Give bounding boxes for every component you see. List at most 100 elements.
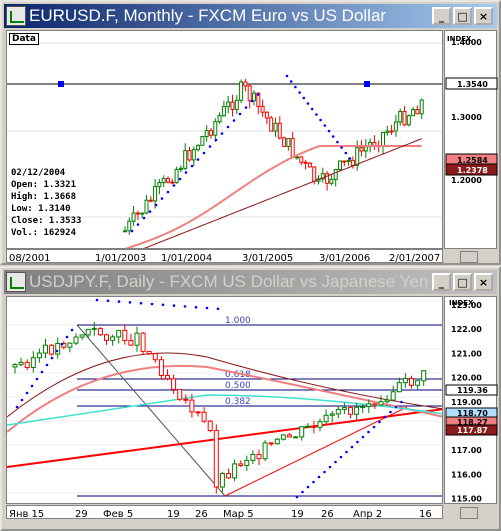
minimize-button[interactable]: _	[432, 7, 451, 25]
candle-body	[110, 336, 116, 341]
x-tick-label: 26	[321, 509, 334, 520]
ohlc-info-panel: 02/12/2004 Open: 1.3321 High: 1.3668 Low…	[11, 167, 81, 239]
sar-dot	[55, 349, 59, 353]
usdjpy-price-axis[interactable]: INDEX123.00122.00121.00120.00119.00118.0…	[444, 296, 498, 504]
candle-body	[273, 122, 278, 132]
info-date: 02/12/2004	[11, 168, 66, 178]
candle-body	[201, 411, 207, 422]
candle-body	[333, 168, 338, 180]
x-tick-label: 26	[195, 509, 208, 520]
sar-dot	[20, 398, 24, 402]
close-button[interactable]: ×	[474, 7, 493, 25]
eurusd-price-axis[interactable]: INDEX 1.4000 1.3000 1.2000 1.3540 1.2584 1.237…	[444, 30, 498, 249]
sar-dot	[298, 91, 301, 94]
sar-dot	[130, 229, 134, 233]
sar-dot	[208, 145, 212, 148]
eurusd-plot-area[interactable]: Data 02/12/2004 Open: 1.3321 High: 1.366…	[6, 30, 443, 249]
sar-dot	[394, 405, 398, 409]
candle-body	[183, 150, 188, 169]
x-tick-label: 19	[167, 509, 180, 520]
candle-body	[122, 329, 128, 342]
candle-body	[213, 121, 218, 136]
eurusd-title-bar[interactable]: EURUSD.F, Monthly - FXCM Euro vs US Doll…	[4, 4, 497, 28]
usdjpy-title-bar[interactable]: USDJPY.F, Daily - FXCM US Dollar vs Japa…	[4, 270, 497, 294]
close-button[interactable]: ×	[474, 273, 493, 291]
candle-body	[146, 350, 152, 355]
x-tick-label: 1/01/2004	[161, 253, 212, 264]
candle-body	[359, 147, 364, 152]
info-high: High: 1.3668	[11, 192, 77, 202]
sar-dot	[323, 124, 327, 127]
candle-body	[363, 146, 368, 152]
candle-body	[411, 108, 416, 117]
usdjpy-plot-area[interactable]: 1.000 0.618 0.500 0.382	[6, 296, 443, 504]
candle-body	[317, 421, 323, 428]
candle-body	[250, 454, 256, 461]
sar-dot	[154, 203, 158, 207]
eurusd-time-axis[interactable]: 08/2001 1/01/2003 1/01/2004 3/01/2005 3/01/2…	[6, 249, 443, 264]
candle-body	[165, 374, 170, 380]
candle-body	[269, 117, 274, 132]
candle-body	[219, 472, 225, 488]
sar-dot	[25, 391, 29, 395]
sar-dot	[372, 425, 376, 429]
candle-body	[131, 212, 136, 222]
sar-dot	[220, 132, 224, 135]
sar-dot	[142, 216, 146, 220]
sar-dot	[95, 298, 99, 302]
sar-dot	[361, 435, 365, 439]
candle-body	[158, 359, 164, 376]
sar-dot	[334, 460, 337, 464]
scale-corner-button[interactable]	[460, 251, 478, 263]
sar-dot	[202, 151, 206, 155]
maximize-button[interactable]: □	[453, 7, 472, 25]
candle-body	[243, 81, 248, 87]
candle-body	[213, 430, 219, 488]
maximize-button[interactable]: □	[453, 273, 472, 291]
candle-body	[385, 130, 390, 133]
y-tick-label: 119.00	[451, 398, 482, 407]
info-close: Close: 1.3533	[11, 216, 82, 226]
fibonacci-label: 1.000	[225, 316, 251, 326]
candle-body	[260, 105, 265, 113]
candle-body	[305, 425, 311, 428]
candle-body	[406, 115, 411, 126]
x-tick-label: 1/01/2003	[95, 253, 146, 264]
sar-dot	[315, 113, 318, 116]
minimize-button[interactable]: _	[432, 273, 451, 291]
candle-body	[43, 344, 48, 354]
sar-dot	[306, 102, 310, 105]
candle-body	[153, 186, 158, 202]
line-handle	[58, 81, 64, 87]
sar-dot	[302, 96, 306, 100]
sar-dot	[350, 445, 354, 449]
usdjpy-chart-window[interactable]: USDJPY.F, Daily - FXCM US Dollar vs Japa…	[0, 266, 501, 531]
candle-body	[18, 361, 24, 366]
sar-dot	[40, 370, 44, 374]
sar-dot	[128, 301, 132, 304]
candle-body	[36, 352, 42, 359]
sar-dot	[226, 125, 230, 129]
sar-dot	[310, 107, 314, 111]
x-tick-label: Фев 5	[103, 509, 133, 520]
candle-body	[409, 378, 414, 386]
eurusd-chart-window[interactable]: EURUSD.F, Monthly - FXCM Euro vs US Doll…	[0, 0, 501, 265]
y-tick-label: 115.00	[451, 495, 482, 504]
sar-dot	[178, 177, 182, 181]
sar-dot	[70, 328, 74, 332]
candle-body	[209, 130, 213, 136]
candle-body	[207, 420, 213, 432]
candle-body	[396, 382, 402, 393]
candle-body	[49, 344, 55, 355]
usdjpy-time-axis[interactable]: Янв 15 29 Фев 5 19 26 Мар 5 19 26 Апр 2 16	[6, 505, 443, 520]
candle-body	[287, 434, 292, 438]
candle-body	[189, 399, 195, 413]
candle-body	[264, 111, 269, 119]
sar-dot	[238, 112, 242, 116]
candle-body	[381, 131, 385, 147]
usdjpy-xaxis-svg: Янв 15 29 Фев 5 19 26 Мар 5 19 26 Апр 2 16	[9, 509, 432, 520]
fibonacci-label: 0.500	[225, 381, 251, 391]
scale-corner-button[interactable]	[460, 507, 478, 519]
x-tick-label: 16	[419, 509, 432, 520]
y-tick-label: 121.00	[451, 349, 482, 358]
